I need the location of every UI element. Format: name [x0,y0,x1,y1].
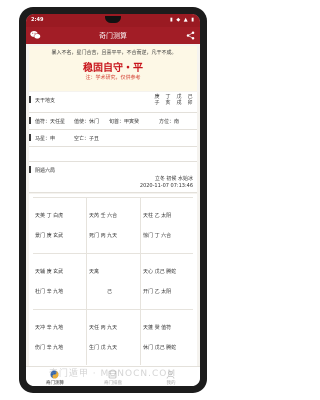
palace-line: 死门 丙 九天 [89,233,118,239]
page-title: 奇门测算 [99,32,127,40]
palace-line: 天蓬 癸 值符 [143,325,172,331]
tiandi-bottom: 卯 [187,100,193,106]
status-icons: ▮ ◆ ▲ ▮ [170,17,195,23]
grid-line [33,309,193,310]
watermark: 奇门遁甲 · MONOCN.COM [48,369,177,379]
palace-line: 天辅 庚 玄武 [35,269,64,275]
ju-label: 阴遁六局 [35,168,56,174]
tab-label: 我的 [166,381,176,386]
camera-notch [105,16,121,23]
jieqi: 立冬 初候 水始冰 [154,176,193,182]
direction: 方位：南 [159,119,180,125]
disclaimer-note: 注：学术研究，仅供参考 [85,75,141,81]
nine-palace-grid: 天英 丁 白虎 景门 庚 玄武 天芮 壬 六合 死门 丙 九天 天柱 乙 太阴 … [29,194,197,366]
verdict-headline: 稳固自守・平 [83,63,143,74]
palace-line: 惊门 丁 六合 [143,233,172,239]
tiandi-card: 天干地支 庚 子 丁 亥 戊 戌 己 卯 [29,92,197,113]
section-marker [29,96,31,103]
tab-label: 奇门测算 [46,381,64,386]
tiandi-column: 庚 子 [154,94,160,106]
palace-line: 天冲 辛 九地 [35,325,64,331]
palace-line: 天任 丙 九天 [89,325,118,331]
app-header: 奇门测算 [26,27,200,44]
palace-line: 天芮 壬 六合 [89,213,118,219]
tiandi-bottom: 戌 [176,100,182,106]
tiandi-label: 天干地支 [35,98,56,104]
app-screen: 2:49 ▮ ◆ ▲ ▮ 奇门测算 暴入不名，星门合吉，且喜平平，不合而逆，凡干… [26,14,200,386]
phone-frame: 2:49 ▮ ◆ ▲ ▮ 奇门测算 暴入不名，星门合吉，且喜平平，不合而逆，凡干… [19,7,207,393]
tiandi-bottom: 亥 [165,100,171,106]
status-time: 2:49 [31,17,44,23]
zhifu-card: 值符：天任星 值使：休门 旬首：甲寅癸 方位：南 [29,113,197,130]
result-content: 暴入不名，星门合吉，且喜平平，不合而逆，凡干不成。 稳固自守・平 注：学术研究，… [26,44,200,366]
section-marker [29,166,31,173]
palace-line: 杜门 辛 九地 [35,289,64,295]
ju-card: 阴遁六局 立冬 初候 水始冰 2020-11-07 07:13:46 [29,162,197,193]
grid-line [33,253,193,254]
kongwang: 空亡：子丑 [74,136,100,142]
verdict-text: 暴入不名，星门合吉，且喜平平，不合而逆，凡干不成。 [51,50,177,56]
verdict-panel: 暴入不名，星门合吉，且喜平平，不合而逆，凡干不成。 稳固自守・平 注：学术研究，… [29,46,197,91]
grid-line [33,197,193,198]
maxing: 马星：申 [35,136,56,142]
tiandi-column: 丁 亥 [165,94,171,106]
palace-line: 天英 丁 白虎 [35,213,64,219]
grid-line [140,197,141,365]
chart-datetime: 2020-11-07 07:13:46 [139,183,193,189]
spacer-card [29,147,197,162]
palace-line: 休门 戊己 腾蛇 [143,345,177,351]
palace-line: 己 [107,289,113,295]
palace-line: 景门 庚 玄武 [35,233,64,239]
status-bar: 2:49 ▮ ◆ ▲ ▮ [26,14,200,27]
xunshou: 旬首：甲寅癸 [109,119,140,125]
section-marker [29,117,31,124]
tiandi-column: 戊 戌 [176,94,182,106]
zhishi-gate: 值使：休门 [74,119,100,125]
palace-line: 天禽 [89,269,100,275]
grid-line [86,197,87,365]
palace-line: 生门 戊 九天 [89,345,118,351]
zhifu-star: 值符：天任星 [35,119,66,125]
section-marker [29,134,31,141]
tiandi-bottom: 子 [154,100,160,106]
tiandi-column: 己 卯 [187,94,193,106]
palace-line: 伤门 辛 九地 [35,345,64,351]
palace-line: 天心 戊己 腾蛇 [143,269,177,275]
tab-label: 奇门排盘 [104,381,122,386]
maxing-card: 马星：申 空亡：子丑 [29,130,197,147]
palace-line: 开门 乙 太阴 [143,289,172,295]
share-icon[interactable] [186,31,195,40]
palace-line: 天柱 乙 太阴 [143,213,172,219]
